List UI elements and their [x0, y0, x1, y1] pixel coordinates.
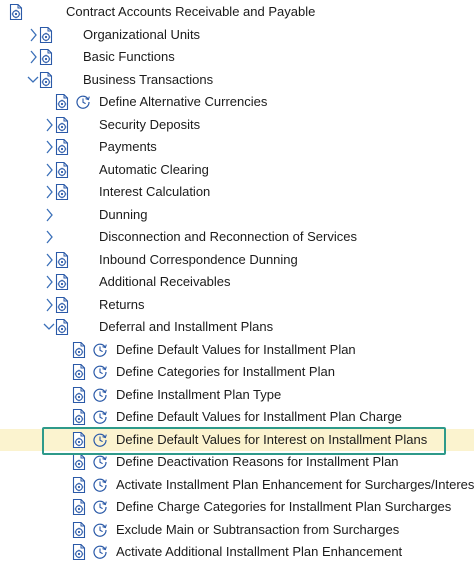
clock-execute-icon[interactable] [92, 477, 108, 493]
tree-row[interactable]: Inbound Correspondence Dunning [0, 249, 474, 271]
clock-execute-icon[interactable] [92, 544, 108, 560]
document-icon [54, 318, 70, 336]
document-icon [38, 48, 54, 66]
document-icon [71, 521, 87, 539]
tree-row[interactable]: Disconnection and Reconnection of Servic… [0, 226, 474, 248]
tree-node-label: Disconnection and Reconnection of Servic… [99, 229, 357, 244]
tree-node-label: Deferral and Installment Plans [99, 319, 274, 334]
tree-node-label: Dunning [99, 207, 148, 222]
tree-node-label: Basic Functions [83, 49, 175, 64]
tree-node-label: Payments [99, 139, 157, 154]
tree-row[interactable]: Automatic Clearing [0, 159, 474, 181]
document-icon [54, 138, 70, 156]
tree-row[interactable]: Additional Receivables [0, 271, 474, 293]
tree-row[interactable]: Contract Accounts Receivable and Payable [0, 1, 474, 23]
document-icon [38, 71, 54, 89]
tree-node-label: Define Charge Categories for Installment… [116, 499, 452, 514]
tree-node-label: Additional Receivables [99, 274, 231, 289]
chevron-right-icon[interactable] [43, 229, 55, 245]
tree-node-label: Business Transactions [83, 72, 214, 87]
document-icon [71, 363, 87, 381]
chevron-right-icon[interactable] [43, 207, 55, 223]
clock-execute-icon[interactable] [92, 364, 108, 380]
document-icon [54, 93, 70, 111]
tree-row[interactable]: Payments [0, 136, 474, 158]
tree-row[interactable]: Organizational Units [0, 24, 474, 46]
tree-node-label: Contract Accounts Receivable and Payable [66, 4, 316, 19]
tree-node-label: Define Deactivation Reasons for Installm… [116, 454, 399, 469]
tree-node-label: Activate Installment Plan Enhancement fo… [116, 477, 474, 492]
tree-row[interactable]: Define Installment Plan Type [0, 384, 474, 406]
document-icon [54, 183, 70, 201]
tree-node-label: Activate Additional Installment Plan Enh… [116, 544, 403, 559]
document-icon [71, 498, 87, 516]
document-icon [71, 386, 87, 404]
tree-row[interactable]: Dunning [0, 204, 474, 226]
tree-row[interactable]: Define Alternative Currencies [0, 91, 474, 113]
tree-row[interactable]: Exclude Main or Subtransaction from Surc… [0, 519, 474, 541]
tree-node-label: Define Categories for Installment Plan [116, 364, 335, 379]
clock-execute-icon[interactable] [75, 94, 91, 110]
tree-node-label: Returns [99, 297, 145, 312]
document-icon [71, 408, 87, 426]
document-icon [71, 341, 87, 359]
clock-execute-icon[interactable] [92, 409, 108, 425]
document-icon [71, 453, 87, 471]
tree-node-label: Define Default Values for Installment Pl… [116, 409, 402, 424]
tree-node-label: Interest Calculation [99, 184, 211, 199]
tree-node-label: Define Installment Plan Type [116, 387, 282, 402]
document-icon [71, 543, 87, 561]
clock-execute-icon[interactable] [92, 522, 108, 538]
clock-execute-icon[interactable] [92, 454, 108, 470]
tree-row[interactable]: Activate Installment Plan Enhancement fo… [0, 474, 474, 496]
tree-row[interactable]: Define Categories for Installment Plan [0, 361, 474, 383]
tree-node-label: Define Default Values for Installment Pl… [116, 342, 356, 357]
selection-focus-outline [42, 427, 446, 455]
clock-execute-icon[interactable] [92, 342, 108, 358]
tree-node-label: Define Alternative Currencies [99, 94, 268, 109]
tree-row[interactable]: Security Deposits [0, 114, 474, 136]
document-icon [38, 26, 54, 44]
document-icon [54, 161, 70, 179]
document-icon [54, 296, 70, 314]
tree-row[interactable]: Activate Additional Installment Plan Enh… [0, 541, 474, 563]
document-icon [54, 273, 70, 291]
tree-row[interactable]: Define Default Values for Installment Pl… [0, 339, 474, 361]
clock-execute-icon[interactable] [92, 387, 108, 403]
document-icon [71, 476, 87, 494]
tree-row[interactable]: Basic Functions [0, 46, 474, 68]
tree-row[interactable]: Business Transactions [0, 69, 474, 91]
img-tree: Contract Accounts Receivable and Payable… [0, 0, 474, 563]
tree-node-label: Inbound Correspondence Dunning [99, 252, 298, 267]
tree-row[interactable]: Interest Calculation [0, 181, 474, 203]
tree-row[interactable]: Returns [0, 294, 474, 316]
tree-row[interactable]: Deferral and Installment Plans [0, 316, 474, 338]
document-icon [8, 3, 24, 21]
tree-node-label: Exclude Main or Subtransaction from Surc… [116, 522, 400, 537]
document-icon [54, 116, 70, 134]
tree-node-label: Automatic Clearing [99, 162, 209, 177]
document-icon [54, 251, 70, 269]
tree-row[interactable]: Define Charge Categories for Installment… [0, 496, 474, 518]
tree-node-label: Security Deposits [99, 117, 201, 132]
tree-node-label: Organizational Units [83, 27, 201, 42]
clock-execute-icon[interactable] [92, 499, 108, 515]
tree-row[interactable]: Define Default Values for Installment Pl… [0, 406, 474, 428]
